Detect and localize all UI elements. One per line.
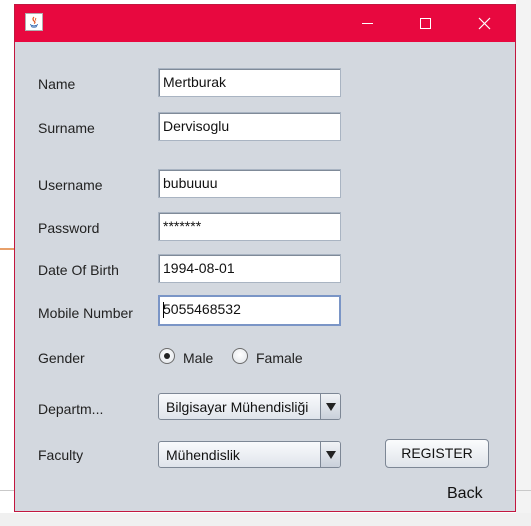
department-label: Departm...: [38, 401, 104, 417]
maximize-icon[interactable]: [403, 5, 449, 42]
background-window-edge: [516, 0, 531, 526]
chevron-down-icon[interactable]: [320, 394, 340, 419]
text-caret: [163, 302, 164, 318]
register-window: Name Mertburak Surname Dervisoglu Userna…: [14, 4, 516, 512]
password-field[interactable]: *******: [158, 212, 341, 241]
department-selected-value: Bilgisayar Mühendisliği: [166, 399, 309, 415]
name-field[interactable]: Mertburak: [158, 68, 341, 97]
gender-male-label[interactable]: Male: [183, 350, 213, 366]
minimize-icon[interactable]: [345, 5, 391, 42]
title-bar[interactable]: [15, 5, 515, 42]
faculty-select[interactable]: Mühendislik: [158, 441, 341, 468]
gender-label: Gender: [38, 350, 85, 366]
java-app-icon: [25, 13, 43, 31]
close-icon[interactable]: [461, 5, 507, 42]
surname-field[interactable]: Dervisoglu: [158, 112, 341, 141]
password-label: Password: [38, 220, 100, 236]
gender-famale-radio[interactable]: [232, 348, 248, 364]
background-divider: [0, 490, 14, 491]
background-divider: [0, 248, 14, 250]
background-divider: [516, 490, 531, 491]
gender-male-radio[interactable]: [159, 348, 175, 364]
department-select[interactable]: Bilgisayar Mühendisliği: [158, 393, 341, 420]
mobile-number-value: 5055468532: [163, 301, 241, 317]
mobile-number-label: Mobile Number: [38, 305, 133, 321]
faculty-label: Faculty: [38, 447, 84, 463]
name-label: Name: [38, 76, 76, 92]
chevron-down-icon[interactable]: [320, 442, 340, 467]
background-window-footer: [0, 513, 531, 526]
back-link[interactable]: Back: [447, 485, 483, 503]
faculty-selected-value: Mühendislik: [166, 447, 240, 463]
username-label: Username: [38, 177, 103, 193]
date-of-birth-label: Date Of Birth: [38, 262, 119, 278]
gender-famale-label[interactable]: Famale: [256, 350, 303, 366]
username-field[interactable]: bubuuuu: [158, 169, 341, 198]
register-button[interactable]: REGISTER: [385, 439, 489, 468]
date-of-birth-field[interactable]: 1994-08-01: [158, 254, 341, 283]
mobile-number-field[interactable]: 5055468532: [158, 295, 341, 326]
surname-label: Surname: [38, 120, 95, 136]
